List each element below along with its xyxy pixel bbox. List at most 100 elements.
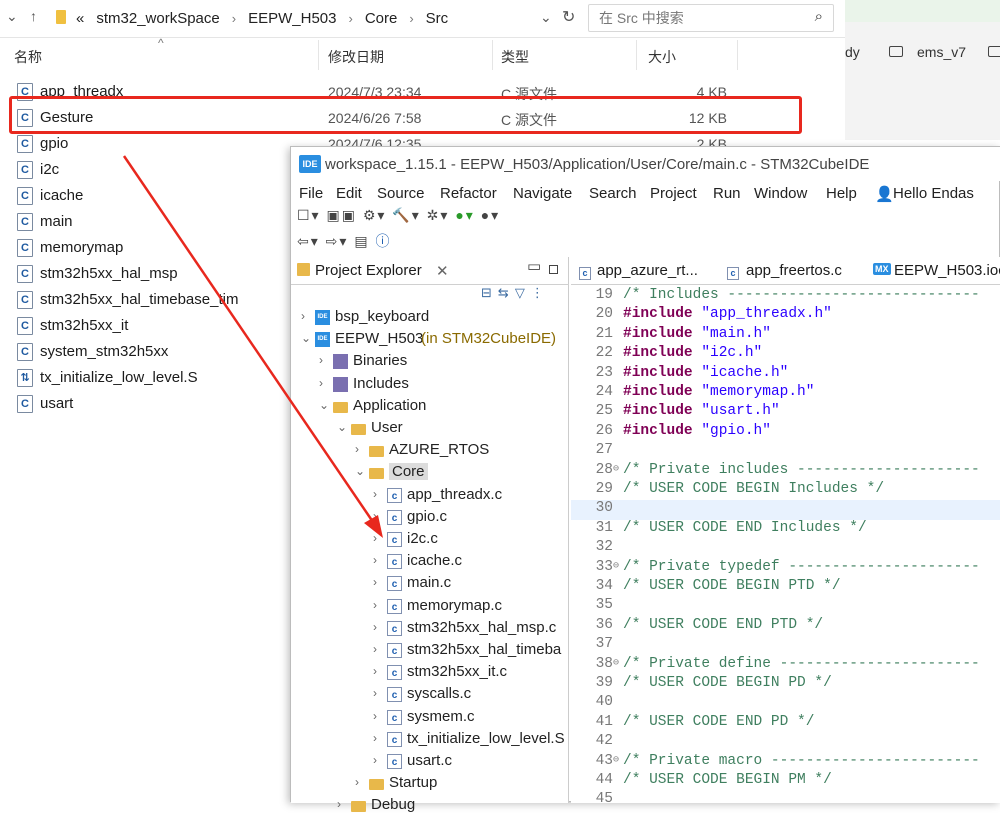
fold-toggle-icon[interactable]: ⊖ — [613, 560, 619, 572]
fold-toggle-icon[interactable]: ⊖ — [613, 657, 619, 669]
chevron-right-icon[interactable]: › — [373, 531, 377, 545]
code-line[interactable]: 27 — [571, 442, 1000, 461]
maximize-icon[interactable] — [549, 265, 558, 274]
tree-item[interactable]: › c icache.c — [291, 551, 569, 573]
column-header-date[interactable]: 修改日期 — [328, 47, 384, 67]
tree-item[interactable]: › Binaries — [291, 351, 569, 373]
tree-item[interactable]: ⌄ Core — [291, 462, 569, 484]
fold-toggle-icon[interactable]: ⊖ — [613, 754, 619, 766]
chevron-right-icon[interactable]: › — [373, 487, 377, 501]
tree-item[interactable]: › AZURE_RTOS — [291, 440, 569, 462]
menu-help[interactable]: Help — [826, 185, 857, 202]
tree-item[interactable]: › c syscalls.c — [291, 684, 569, 706]
code-line[interactable]: 31 /* USER CODE END Includes */ — [571, 520, 1000, 539]
code-line[interactable]: 43 ⊖ /* Private macro --------------------… — [571, 753, 1000, 772]
tree-item[interactable]: › c sysmem.c — [291, 707, 569, 729]
address-dropdown-icon[interactable]: ⌄ — [540, 9, 552, 26]
nav-back-icon[interactable]: ⇦▾ — [297, 233, 320, 249]
code-line[interactable]: 38 ⊖ /* Private define -------------------… — [571, 656, 1000, 675]
chevron-right-icon[interactable]: › — [319, 353, 323, 367]
save-icon[interactable]: ▣▣ — [326, 207, 356, 223]
menu-search[interactable]: Search — [589, 185, 637, 202]
menu-project[interactable]: Project — [650, 185, 697, 202]
chevron-right-icon[interactable]: › — [373, 753, 377, 767]
chevron-right-icon[interactable]: › — [373, 642, 377, 656]
chevron-down-icon[interactable]: ⌄ — [6, 8, 18, 25]
menu-window[interactable]: Window — [754, 185, 807, 202]
tree-item[interactable]: › IDE bsp_keyboard — [291, 307, 569, 329]
code-line[interactable]: 24 #include "memorymap.h" — [571, 384, 1000, 403]
tree-item[interactable]: › c app_threadx.c — [291, 485, 569, 507]
column-divider[interactable] — [636, 40, 637, 70]
tree-item[interactable]: › c memorymap.c — [291, 596, 569, 618]
chevron-down-icon[interactable]: ⌄ — [301, 331, 311, 345]
code-line[interactable]: 30 — [571, 500, 1000, 520]
menu-navigate[interactable]: Navigate — [513, 185, 572, 202]
tree-item[interactable]: › c usart.c — [291, 751, 569, 773]
chevron-right-icon[interactable]: › — [319, 376, 323, 390]
folder-label[interactable]: dy — [845, 44, 860, 60]
chevron-right-icon[interactable]: › — [373, 664, 377, 678]
editor-tab[interactable]: app_azure_rt... — [597, 262, 698, 279]
tree-item[interactable]: › c stm32h5xx_it.c — [291, 662, 569, 684]
tree-item[interactable]: ⌄ User — [291, 418, 569, 440]
tree-item[interactable]: › Startup — [291, 773, 569, 795]
column-header-size[interactable]: 大小 — [648, 47, 676, 67]
chevron-right-icon[interactable]: › — [373, 731, 377, 745]
filter-icon[interactable]: ▽ — [515, 285, 531, 300]
external-tools-icon[interactable]: ●▾ — [481, 207, 500, 223]
chevron-right-icon[interactable]: › — [355, 775, 359, 789]
collapse-all-icon[interactable]: ⊟ — [481, 285, 498, 300]
code-line[interactable]: 45 — [571, 791, 1000, 810]
breadcrumb-item[interactable]: stm32_workSpace — [96, 10, 219, 27]
chevron-right-icon[interactable]: › — [373, 575, 377, 589]
main-toolbar[interactable]: ☐▾ ▣▣ ⚙▾ 🔨▾ ✲▾ ●▾ ●▾ — [291, 207, 1000, 233]
breadcrumb-item[interactable]: Core — [365, 10, 398, 27]
view-menu-icon[interactable]: ⋮ — [531, 285, 550, 300]
code-line[interactable]: 25 #include "usart.h" — [571, 403, 1000, 422]
chevron-down-icon[interactable]: ⌄ — [319, 398, 329, 412]
code-line[interactable]: 26 #include "gpio.h" — [571, 423, 1000, 442]
minimize-icon[interactable]: ▭ — [527, 257, 541, 275]
code-line[interactable]: 37 — [571, 636, 1000, 655]
run-icon[interactable]: ●▾ — [455, 207, 474, 223]
tree-item[interactable]: › c main.c — [291, 573, 569, 595]
menu-source[interactable]: Source — [377, 185, 425, 202]
link-editor-icon[interactable]: ⇆ — [498, 285, 515, 300]
chevron-right-icon[interactable]: › — [373, 598, 377, 612]
chevron-down-icon[interactable]: ⌄ — [355, 464, 365, 478]
chevron-right-icon[interactable]: › — [373, 553, 377, 567]
tree-item[interactable]: ⌄ Application — [291, 396, 569, 418]
chevron-right-icon[interactable]: › — [373, 709, 377, 723]
project-explorer-title[interactable]: Project Explorer — [315, 262, 422, 279]
project-explorer-tab[interactable]: Project Explorer ✕ ▭ — [291, 257, 569, 285]
code-line[interactable]: 39 /* USER CODE BEGIN PD */ — [571, 675, 1000, 694]
column-divider[interactable] — [737, 40, 738, 70]
column-header-type[interactable]: 类型 — [501, 47, 529, 67]
up-arrow-icon[interactable]: ↑ — [30, 8, 37, 24]
tree-item[interactable]: › c stm32h5xx_hal_timeba — [291, 640, 569, 662]
column-header-name[interactable]: 名称 — [14, 47, 42, 67]
chevron-right-icon[interactable]: › — [373, 686, 377, 700]
code-line[interactable]: 29 /* USER CODE BEGIN Includes */ — [571, 481, 1000, 500]
code-line[interactable]: 44 /* USER CODE BEGIN PM */ — [571, 772, 1000, 791]
chevron-right-icon[interactable]: › — [373, 620, 377, 634]
code-line[interactable]: 41 /* USER CODE END PD */ — [571, 714, 1000, 733]
code-line[interactable]: 22 #include "i2c.h" — [571, 345, 1000, 364]
code-line[interactable]: 42 — [571, 733, 1000, 752]
code-line[interactable]: 23 #include "icache.h" — [571, 365, 1000, 384]
settings-icon[interactable]: ⚙▾ — [363, 207, 387, 223]
new-icon[interactable]: ☐▾ — [297, 207, 321, 223]
tree-item[interactable]: › Includes — [291, 374, 569, 396]
code-line[interactable]: 34 /* USER CODE BEGIN PTD */ — [571, 578, 1000, 597]
tree-item[interactable]: › Debug — [291, 795, 569, 817]
code-line[interactable]: 36 /* USER CODE END PTD */ — [571, 617, 1000, 636]
folder-label[interactable]: ems_v7 — [917, 44, 966, 60]
breadcrumb-overflow[interactable]: « — [76, 10, 84, 27]
debug-icon[interactable]: ✲▾ — [427, 207, 450, 223]
tree-item[interactable]: ⌄ IDE EEPW_H503 (in STM32CubeIDE) — [291, 329, 569, 351]
editor-tab[interactable]: EEPW_H503.ioc — [894, 262, 1000, 279]
build-icon[interactable]: 🔨▾ — [392, 207, 420, 223]
tree-item[interactable]: › c stm32h5xx_hal_msp.c — [291, 618, 569, 640]
menu-run[interactable]: Run — [713, 185, 741, 202]
